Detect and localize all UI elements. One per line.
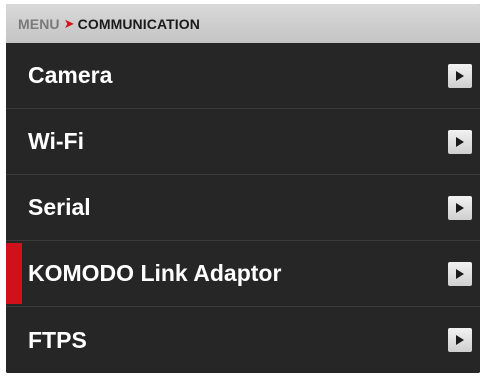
menu-item-label: FTPS	[28, 326, 87, 353]
breadcrumb-current: COMMUNICATION	[77, 15, 200, 32]
communication-menu-screen: MENU ➤ COMMUNICATION Camera Wi-Fi Serial…	[6, 4, 480, 373]
menu-item-camera[interactable]: Camera	[6, 43, 480, 109]
breadcrumb-separator-icon: ➤	[63, 15, 75, 31]
chevron-right-icon[interactable]	[448, 129, 472, 154]
menu-item-serial[interactable]: Serial	[6, 175, 480, 241]
chevron-right-icon[interactable]	[448, 261, 472, 286]
menu-item-label: Camera	[28, 62, 113, 88]
menu-item-komodo-link-adaptor[interactable]: KOMODO Link Adaptor	[6, 241, 480, 307]
menu-item-label: KOMODO Link Adaptor	[28, 260, 282, 286]
menu-item-label: Serial	[28, 194, 91, 220]
menu-list: Camera Wi-Fi Serial KOMODO Link Adaptor	[6, 43, 480, 373]
menu-item-label: Wi-Fi	[28, 128, 84, 154]
breadcrumb-root[interactable]: MENU	[18, 16, 60, 32]
menu-item-wifi[interactable]: Wi-Fi	[6, 109, 480, 175]
menu-item-ftps[interactable]: FTPS	[6, 307, 480, 373]
breadcrumb: MENU ➤ COMMUNICATION	[6, 4, 480, 43]
chevron-right-icon[interactable]	[448, 63, 472, 88]
chevron-right-icon[interactable]	[448, 328, 472, 352]
chevron-right-icon[interactable]	[448, 195, 472, 220]
selection-indicator	[6, 243, 22, 304]
